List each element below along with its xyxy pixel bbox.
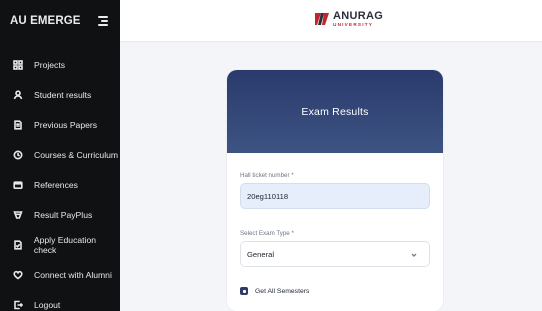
sidebar: AU EMERGE Projects Student results Previ… xyxy=(0,0,120,311)
sidebar-item-label: Previous Papers xyxy=(34,120,98,130)
get-all-semesters-checkbox[interactable] xyxy=(240,287,248,295)
sidebar-item-result-payplus[interactable]: Result PayPlus xyxy=(0,200,120,230)
book-icon xyxy=(12,149,24,161)
sidebar-item-label: Projects xyxy=(34,60,66,70)
hall-ticket-input[interactable]: 20eg110118 xyxy=(240,183,430,209)
sidebar-item-courses-curriculum[interactable]: Courses & Curriculum xyxy=(0,140,120,170)
get-all-semesters-label: Get All Semesters xyxy=(255,287,310,295)
sidebar-item-label: Logout xyxy=(34,300,61,310)
sidebar-item-label: Apply Education check xyxy=(33,235,96,255)
check-icon xyxy=(12,239,24,251)
chevron-down-icon xyxy=(411,251,417,257)
exam-type-select[interactable]: General xyxy=(240,241,430,267)
sidebar-item-label: Courses & Curriculum xyxy=(34,150,119,160)
exam-results-card: Exam Results Hall ticket number * 20eg11… xyxy=(227,70,443,311)
logout-icon xyxy=(12,299,24,311)
sidebar-item-student-results[interactable]: Student results xyxy=(0,80,120,110)
sidebar-nav: Projects Student results Previous Papers… xyxy=(0,50,120,311)
sidebar-item-label: Student results xyxy=(34,90,92,100)
university-logo[interactable]: ANURAG UNIVERSITY xyxy=(314,11,383,28)
hall-ticket-label: Hall ticket number * xyxy=(240,172,294,179)
hall-ticket-value: 20eg110118 xyxy=(247,191,289,201)
card-hero: Exam Results xyxy=(227,70,443,153)
payment-icon xyxy=(12,209,24,221)
sidebar-item-connect-alumni[interactable]: Connect with Alumni xyxy=(0,260,120,290)
sidebar-item-references[interactable]: References xyxy=(0,170,120,200)
sidebar-item-previous-papers[interactable]: Previous Papers xyxy=(0,110,120,140)
heart-icon xyxy=(12,269,24,281)
sidebar-item-label: Result PayPlus xyxy=(34,210,93,220)
sidebar-item-label: References xyxy=(34,180,78,190)
document-icon xyxy=(12,119,24,131)
exam-type-value: General xyxy=(247,249,275,259)
folder-icon xyxy=(12,179,24,191)
logo-name: ANURAG xyxy=(333,10,384,22)
user-icon xyxy=(12,89,24,101)
menu-toggle-icon[interactable] xyxy=(98,16,108,26)
logo-subtitle: UNIVERSITY xyxy=(333,22,374,27)
get-all-semesters-row[interactable]: Get All Semesters xyxy=(240,287,309,295)
card-title: Exam Results xyxy=(301,105,369,118)
sidebar-item-logout[interactable]: Logout xyxy=(0,290,120,311)
sidebar-item-label: Connect with Alumni xyxy=(34,270,112,280)
grid-icon xyxy=(12,59,24,71)
sidebar-item-projects[interactable]: Projects xyxy=(0,50,120,80)
sidebar-item-apply-education-check[interactable]: Apply Education check xyxy=(0,230,120,260)
logo-mark-icon xyxy=(315,13,329,26)
top-header: ANURAG UNIVERSITY xyxy=(120,0,542,42)
app-root: AU EMERGE Projects Student results Previ… xyxy=(0,0,542,311)
exam-type-label: Select Exam Type * xyxy=(240,230,294,237)
